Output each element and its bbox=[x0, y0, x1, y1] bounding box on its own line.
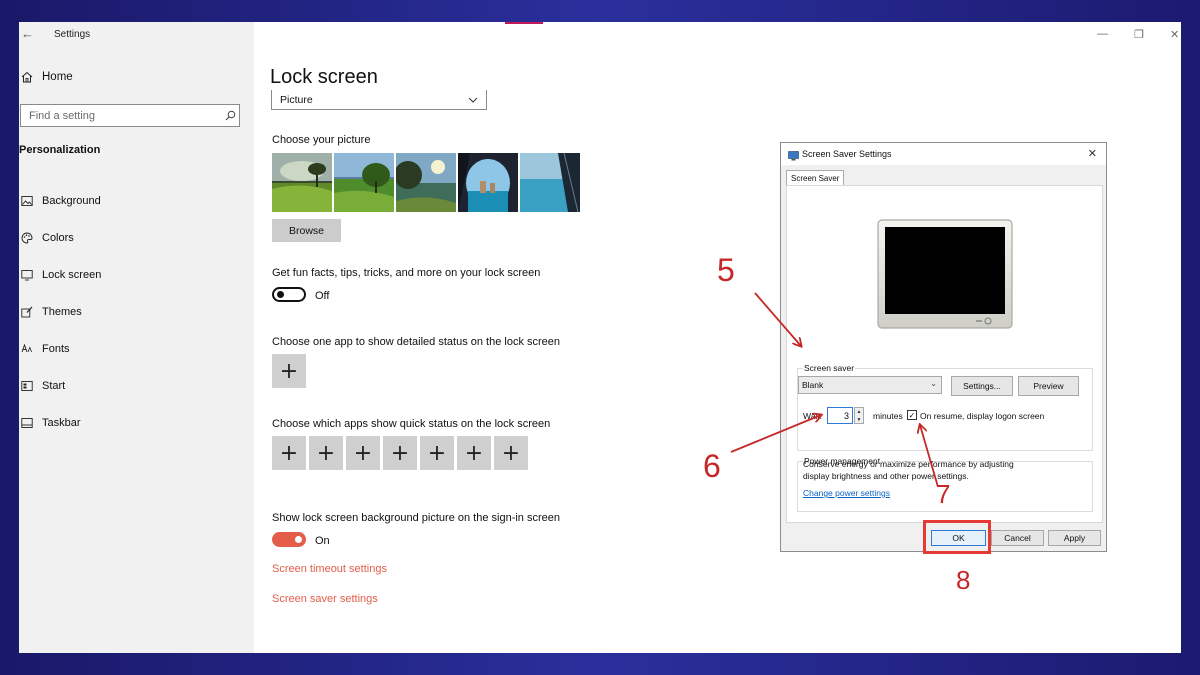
sidebar: ← Settings Home Personalization Backgrou… bbox=[19, 22, 254, 653]
sidebar-item-colors[interactable]: Colors bbox=[19, 219, 101, 256]
step-7-label: 7 bbox=[936, 479, 951, 509]
detailed-status-label: Choose one app to show detailed status o… bbox=[272, 336, 561, 348]
chevron-down-icon bbox=[468, 94, 478, 106]
sidebar-item-start[interactable]: Start bbox=[19, 367, 101, 404]
add-quick-status-button[interactable]: + bbox=[494, 436, 528, 470]
screen-saver-select[interactable]: Blank ⌄ bbox=[798, 376, 942, 394]
resume-label: On resume, display logon screen bbox=[920, 411, 1045, 421]
browse-button[interactable]: Browse bbox=[272, 219, 341, 242]
background-select-value: Picture bbox=[280, 93, 313, 106]
taskbar-icon bbox=[19, 417, 35, 429]
signin-bg-state: On bbox=[315, 535, 330, 547]
sidebar-item-label: Start bbox=[42, 379, 66, 392]
fun-facts-toggle[interactable] bbox=[272, 287, 306, 302]
sidebar-item-label: Lock screen bbox=[42, 268, 102, 281]
picture-thumb-4[interactable] bbox=[458, 153, 518, 212]
picture-thumb-1[interactable] bbox=[272, 153, 332, 212]
wait-minutes-input[interactable] bbox=[827, 407, 853, 424]
dialog-titlebar: Screen Saver Settings ✕ bbox=[781, 143, 1106, 165]
wait-label: Wait: bbox=[803, 411, 823, 421]
sidebar-nav: Background Colors Lock screen Themes Fon… bbox=[19, 182, 101, 441]
screen-saver-link[interactable]: Screen saver settings bbox=[272, 593, 378, 605]
sidebar-item-fonts[interactable]: Fonts bbox=[19, 330, 101, 367]
settings-button[interactable]: Settings... bbox=[951, 376, 1013, 396]
close-icon[interactable]: ✕ bbox=[1170, 28, 1179, 41]
tab-screen-saver[interactable]: Screen Saver bbox=[786, 170, 844, 186]
cancel-button[interactable]: Cancel bbox=[991, 530, 1044, 546]
start-icon bbox=[19, 380, 35, 392]
section-title: Personalization bbox=[19, 144, 101, 156]
picture-thumbnails bbox=[272, 153, 580, 212]
palette-icon bbox=[19, 232, 35, 244]
add-quick-status-button[interactable]: + bbox=[272, 436, 306, 470]
app-title: Settings bbox=[54, 29, 91, 40]
signin-bg-toggle[interactable] bbox=[272, 532, 306, 547]
sidebar-item-lock-screen[interactable]: Lock screen bbox=[19, 256, 101, 293]
picture-thumb-2[interactable] bbox=[334, 153, 394, 212]
sidebar-item-label: Themes bbox=[42, 305, 82, 318]
monitor-preview-icon bbox=[876, 218, 1014, 337]
dialog-close-icon[interactable]: ✕ bbox=[1088, 147, 1097, 160]
wait-spinner[interactable]: ▲ ▼ bbox=[854, 407, 864, 424]
power-text-line-1: Conserve energy or maximize performance … bbox=[803, 459, 1014, 469]
sidebar-item-taskbar[interactable]: Taskbar bbox=[19, 404, 101, 441]
fun-facts-label: Get fun facts, tips, tricks, and more on… bbox=[272, 267, 541, 279]
dialog-title: Screen Saver Settings bbox=[802, 149, 892, 159]
brush-icon bbox=[19, 306, 35, 318]
add-detailed-status-button[interactable]: + bbox=[272, 354, 306, 388]
add-quick-status-button[interactable]: + bbox=[457, 436, 491, 470]
sidebar-item-themes[interactable]: Themes bbox=[19, 293, 101, 330]
search-box[interactable] bbox=[20, 104, 240, 127]
chevron-down-icon: ⌄ bbox=[930, 379, 937, 388]
quick-status-label: Choose which apps show quick status on t… bbox=[272, 418, 551, 430]
background-select[interactable]: Picture bbox=[271, 90, 487, 110]
maximize-icon[interactable]: ❐ bbox=[1134, 28, 1144, 41]
ok-highlight-box bbox=[923, 520, 991, 554]
fun-facts-state: Off bbox=[315, 290, 330, 302]
change-power-settings-link[interactable]: Change power settings bbox=[803, 488, 890, 498]
sidebar-item-label: Background bbox=[42, 194, 101, 207]
home-icon bbox=[19, 71, 35, 83]
sidebar-item-label: Taskbar bbox=[42, 416, 81, 429]
home-link[interactable]: Home bbox=[19, 71, 73, 83]
sidebar-item-background[interactable]: Background bbox=[19, 182, 101, 219]
step-6-label: 6 bbox=[703, 448, 721, 484]
screen-saver-value: Blank bbox=[802, 380, 824, 390]
minutes-label: minutes bbox=[873, 411, 903, 421]
picture-thumb-3[interactable] bbox=[396, 153, 456, 212]
add-quick-status-button[interactable]: + bbox=[420, 436, 454, 470]
search-input[interactable] bbox=[21, 109, 221, 122]
preview-button[interactable]: Preview bbox=[1018, 376, 1079, 396]
fonts-icon bbox=[19, 343, 35, 355]
back-arrow-icon[interactable]: ← bbox=[21, 26, 34, 41]
monitor-lock-icon bbox=[19, 269, 35, 281]
spin-up-icon[interactable]: ▲ bbox=[855, 408, 863, 416]
add-quick-status-button[interactable]: + bbox=[309, 436, 343, 470]
search-icon[interactable] bbox=[221, 110, 239, 121]
screen-saver-app-icon bbox=[788, 148, 799, 166]
add-quick-status-button[interactable]: + bbox=[383, 436, 417, 470]
sidebar-item-label: Fonts bbox=[42, 342, 70, 355]
choose-picture-label: Choose your picture bbox=[272, 134, 371, 146]
screen-saver-group-label: Screen saver bbox=[803, 363, 856, 373]
step-8-label: 8 bbox=[956, 565, 971, 595]
resume-checkbox[interactable]: ✓ bbox=[907, 410, 917, 420]
spin-down-icon[interactable]: ▼ bbox=[855, 416, 863, 424]
screen-timeout-link[interactable]: Screen timeout settings bbox=[272, 563, 387, 575]
add-quick-status-button[interactable]: + bbox=[346, 436, 380, 470]
page-title: Lock screen bbox=[270, 66, 378, 88]
sidebar-item-label: Colors bbox=[42, 231, 74, 244]
picture-thumb-5[interactable] bbox=[520, 153, 580, 212]
home-label: Home bbox=[42, 71, 73, 83]
minimize-icon[interactable]: — bbox=[1097, 28, 1108, 40]
apply-button[interactable]: Apply bbox=[1048, 530, 1101, 546]
image-icon bbox=[19, 195, 35, 207]
signin-bg-label: Show lock screen background picture on t… bbox=[272, 512, 560, 524]
step-5-label: 5 bbox=[717, 252, 735, 288]
